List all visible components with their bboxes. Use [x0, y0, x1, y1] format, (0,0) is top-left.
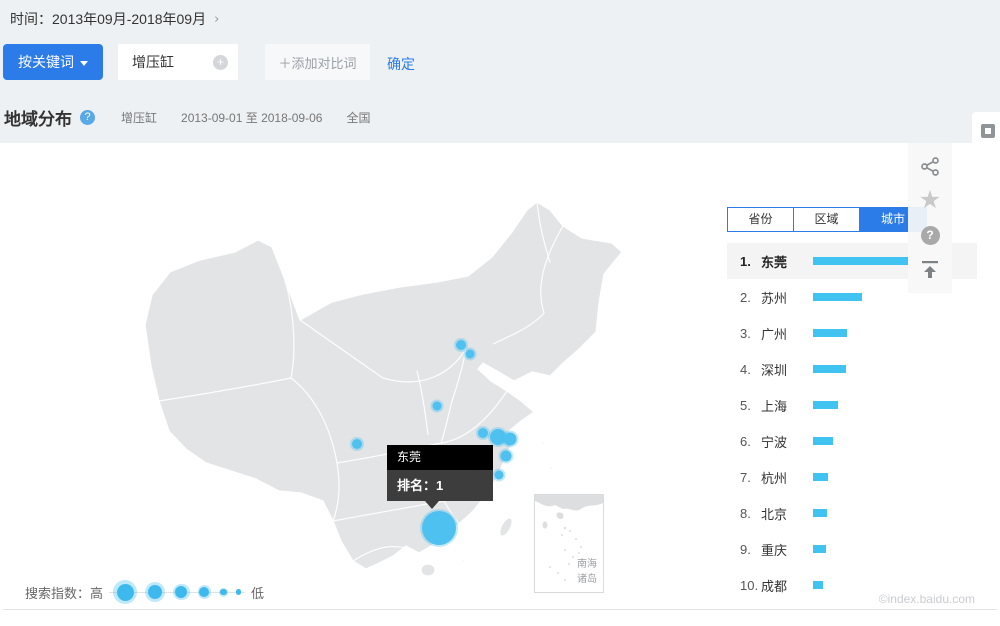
help-circle-icon[interactable]: ?	[916, 221, 944, 249]
keyword-mode-button[interactable]: 按关键词	[3, 44, 103, 80]
rank-number: 3.	[740, 326, 761, 341]
rank-number: 2.	[740, 290, 761, 305]
help-icon[interactable]: ?	[80, 110, 95, 125]
chevron-down-icon	[80, 61, 88, 66]
rank-city-label: 深圳	[761, 360, 813, 379]
map-dot-郑州[interactable]	[433, 402, 442, 411]
side-widget-card	[972, 112, 1000, 150]
taiwan-island	[497, 516, 514, 538]
page-title: 地域分布	[4, 105, 72, 130]
rank-city-label: 成都	[761, 576, 813, 595]
rank-bar	[813, 581, 823, 589]
map-tooltip: 东莞 排名：1	[387, 445, 493, 501]
rank-number: 7.	[740, 470, 761, 485]
rank-number: 5.	[740, 398, 761, 413]
rank-city-label: 东莞	[761, 252, 813, 271]
rank-bar	[813, 473, 828, 481]
favorite-star-icon[interactable]: ★	[916, 187, 944, 215]
rank-row-广州[interactable]: 3.广州	[727, 315, 977, 351]
rank-bar	[813, 293, 862, 301]
rank-bar	[813, 509, 827, 517]
region-tab-group: 省份区域城市	[727, 207, 927, 232]
map-panel: 东莞 排名：1 省份区域城市 1.东莞2.苏州3.广州4.深圳5.上海6.宁波7…	[3, 143, 997, 610]
search-index-legend: 搜索指数：高 低	[25, 577, 264, 607]
section-header: 地域分布 ? 增压缸 2013-09-01 至 2018-09-06 全国	[4, 105, 370, 129]
legend-circle	[198, 585, 211, 598]
rank-number: 8.	[740, 506, 761, 521]
tab-区域[interactable]: 区域	[794, 208, 860, 231]
section-date-range: 2013-09-01 至 2018-09-06	[181, 109, 322, 126]
add-compare-button[interactable]: ＋添加对比词	[265, 44, 370, 80]
inset-label: 南海 诸岛	[577, 557, 597, 587]
map-dot-北京[interactable]	[456, 340, 466, 350]
legend-circle	[219, 588, 228, 597]
rank-row-杭州[interactable]: 7.杭州	[727, 459, 977, 495]
rank-city-label: 上海	[761, 396, 813, 415]
map-dot-成都[interactable]	[352, 439, 362, 449]
rank-row-北京[interactable]: 8.北京	[727, 495, 977, 531]
rank-city-label: 宁波	[761, 432, 813, 451]
map-dot-东莞[interactable]	[422, 511, 456, 545]
legend-scale	[109, 580, 245, 604]
tooltip-arrow	[425, 501, 439, 509]
circle-plus-icon[interactable]: +	[213, 55, 228, 70]
floating-toolbar: ★ ?	[908, 143, 952, 293]
tab-省份[interactable]: 省份	[728, 208, 794, 231]
rank-city-label: 杭州	[761, 468, 813, 487]
rank-bar	[813, 329, 847, 337]
hainan-island	[421, 564, 435, 576]
rank-bar	[813, 401, 838, 409]
map-dot-南京[interactable]	[478, 428, 488, 438]
keyword-input-box[interactable]: +	[118, 44, 238, 80]
rank-number: 1.	[740, 254, 761, 269]
section-scope: 全国	[346, 109, 370, 126]
keyword-mode-label: 按关键词	[18, 52, 74, 72]
section-keyword: 增压缸	[121, 109, 157, 126]
legend-circle	[173, 584, 190, 601]
legend-circle	[236, 589, 241, 594]
rank-bar	[813, 257, 908, 265]
time-range-label: 时间：2013年09月-2018年09月	[10, 9, 206, 29]
city-ranking-list: 1.东莞2.苏州3.广州4.深圳5.上海6.宁波7.杭州8.北京9.重庆10.成…	[727, 243, 977, 603]
map-dot-天津[interactable]	[466, 350, 475, 359]
rank-number: 10.	[740, 578, 761, 593]
rank-row-上海[interactable]: 5.上海	[727, 387, 977, 423]
map-dot-温州[interactable]	[495, 471, 504, 480]
rank-row-深圳[interactable]: 4.深圳	[727, 351, 977, 387]
rank-bar	[813, 545, 826, 553]
rank-city-label: 广州	[761, 324, 813, 343]
chevron-right-icon: ›	[214, 12, 219, 27]
rank-number: 4.	[740, 362, 761, 377]
rank-city-label: 苏州	[761, 288, 813, 307]
map-dot-上海[interactable]	[504, 433, 517, 446]
tooltip-rank: 排名：1	[387, 470, 493, 501]
share-icon[interactable]	[916, 152, 944, 180]
copyright-text: ©index.baidu.com	[879, 592, 975, 606]
side-panel-toggle-icon[interactable]	[981, 124, 995, 138]
legend-circle	[145, 582, 165, 602]
rank-city-label: 重庆	[761, 540, 813, 559]
top-section: 时间：2013年09月-2018年09月 › 按关键词 + ＋添加对比词 确定 …	[0, 0, 1000, 143]
rank-number: 6.	[740, 434, 761, 449]
legend-high-label: 搜索指数：高	[25, 583, 103, 602]
legend-low-label: 低	[251, 583, 264, 602]
keyword-input[interactable]	[132, 54, 202, 70]
rank-bar	[813, 365, 846, 373]
rank-row-重庆[interactable]: 9.重庆	[727, 531, 977, 567]
confirm-button[interactable]: 确定	[387, 54, 415, 74]
rank-city-label: 北京	[761, 504, 813, 523]
back-to-top-icon[interactable]	[916, 256, 944, 284]
south-china-sea-inset: 南海 诸岛	[534, 494, 604, 593]
rank-number: 9.	[740, 542, 761, 557]
tooltip-city: 东莞	[387, 445, 493, 470]
legend-circle	[113, 580, 137, 604]
time-range-selector[interactable]: 时间：2013年09月-2018年09月 ›	[10, 8, 219, 30]
rank-row-宁波[interactable]: 6.宁波	[727, 423, 977, 459]
map-dot-宁波[interactable]	[501, 451, 512, 462]
rank-bar	[813, 437, 833, 445]
